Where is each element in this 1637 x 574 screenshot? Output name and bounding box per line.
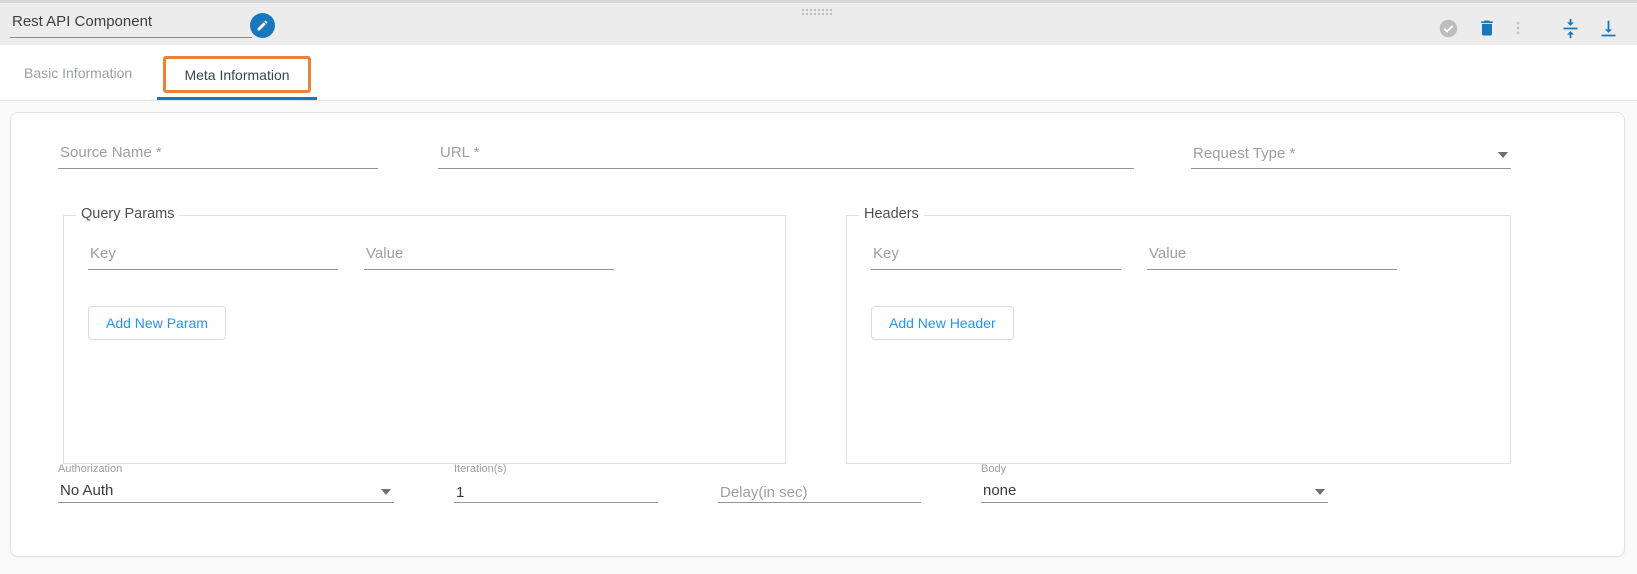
body-select[interactable]: none bbox=[981, 477, 1328, 503]
query-params-group: Query Params Add New Param bbox=[63, 215, 786, 464]
authorization-label: Authorization bbox=[58, 463, 394, 477]
delay-input[interactable] bbox=[718, 477, 921, 503]
delete-button[interactable] bbox=[1470, 11, 1504, 45]
iterations-field: Iteration(s) bbox=[454, 463, 658, 503]
approve-button[interactable] bbox=[1431, 11, 1465, 45]
tab-meta-information[interactable]: Meta Information bbox=[163, 56, 311, 93]
tab-bar: Basic Information Meta Information bbox=[0, 45, 1637, 101]
pencil-edit-icon bbox=[256, 19, 269, 32]
source-name-input[interactable] bbox=[58, 139, 378, 169]
chevron-down-icon bbox=[1498, 152, 1508, 158]
request-type-placeholder: Request Type * bbox=[1193, 145, 1295, 162]
collapse-panel-button[interactable] bbox=[1553, 11, 1587, 45]
rest-api-component-screen: Basic Information Meta Information Reque… bbox=[0, 0, 1637, 574]
active-tab-indicator bbox=[157, 97, 317, 100]
authorization-field: Authorization No Auth bbox=[58, 463, 394, 503]
query-param-key-input[interactable] bbox=[88, 240, 338, 270]
iterations-label: Iteration(s) bbox=[454, 463, 658, 477]
download-button[interactable] bbox=[1591, 11, 1625, 45]
chevron-down-icon bbox=[381, 489, 391, 495]
url-input[interactable] bbox=[438, 139, 1134, 169]
add-new-header-button[interactable]: Add New Header bbox=[871, 306, 1014, 340]
chevron-down-icon bbox=[1315, 489, 1325, 495]
iterations-input[interactable] bbox=[454, 477, 658, 503]
query-params-legend: Query Params bbox=[76, 206, 179, 222]
trash-icon bbox=[1477, 18, 1497, 38]
tab-basic-information[interactable]: Basic Information bbox=[24, 45, 132, 100]
vertical-align-center-icon bbox=[1560, 18, 1581, 39]
delay-field bbox=[718, 463, 921, 503]
header-key-input[interactable] bbox=[871, 240, 1121, 270]
check-circle-icon bbox=[1438, 18, 1459, 39]
body-field: Body none bbox=[981, 463, 1328, 503]
more-options-button[interactable] bbox=[1501, 11, 1535, 45]
add-new-param-button[interactable]: Add New Param bbox=[88, 306, 226, 340]
component-topbar bbox=[0, 0, 1637, 45]
component-title-input[interactable] bbox=[10, 10, 252, 38]
meta-information-panel: Request Type * Query Params Add New Para… bbox=[10, 112, 1625, 557]
headers-group: Headers Add New Header bbox=[846, 215, 1511, 464]
edit-title-button[interactable] bbox=[250, 13, 275, 38]
query-param-value-input[interactable] bbox=[364, 240, 614, 270]
header-value-input[interactable] bbox=[1147, 240, 1397, 270]
authorization-select[interactable]: No Auth bbox=[58, 477, 394, 503]
request-type-select[interactable]: Request Type * bbox=[1191, 139, 1511, 169]
body-value: none bbox=[983, 482, 1016, 499]
delay-label-spacer bbox=[718, 463, 921, 477]
panel-drag-handle[interactable] bbox=[801, 8, 832, 16]
download-icon bbox=[1598, 18, 1619, 39]
body-label: Body bbox=[981, 463, 1328, 477]
headers-legend: Headers bbox=[859, 206, 924, 222]
more-vertical-dots-icon bbox=[1509, 19, 1527, 37]
authorization-value: No Auth bbox=[60, 482, 113, 499]
